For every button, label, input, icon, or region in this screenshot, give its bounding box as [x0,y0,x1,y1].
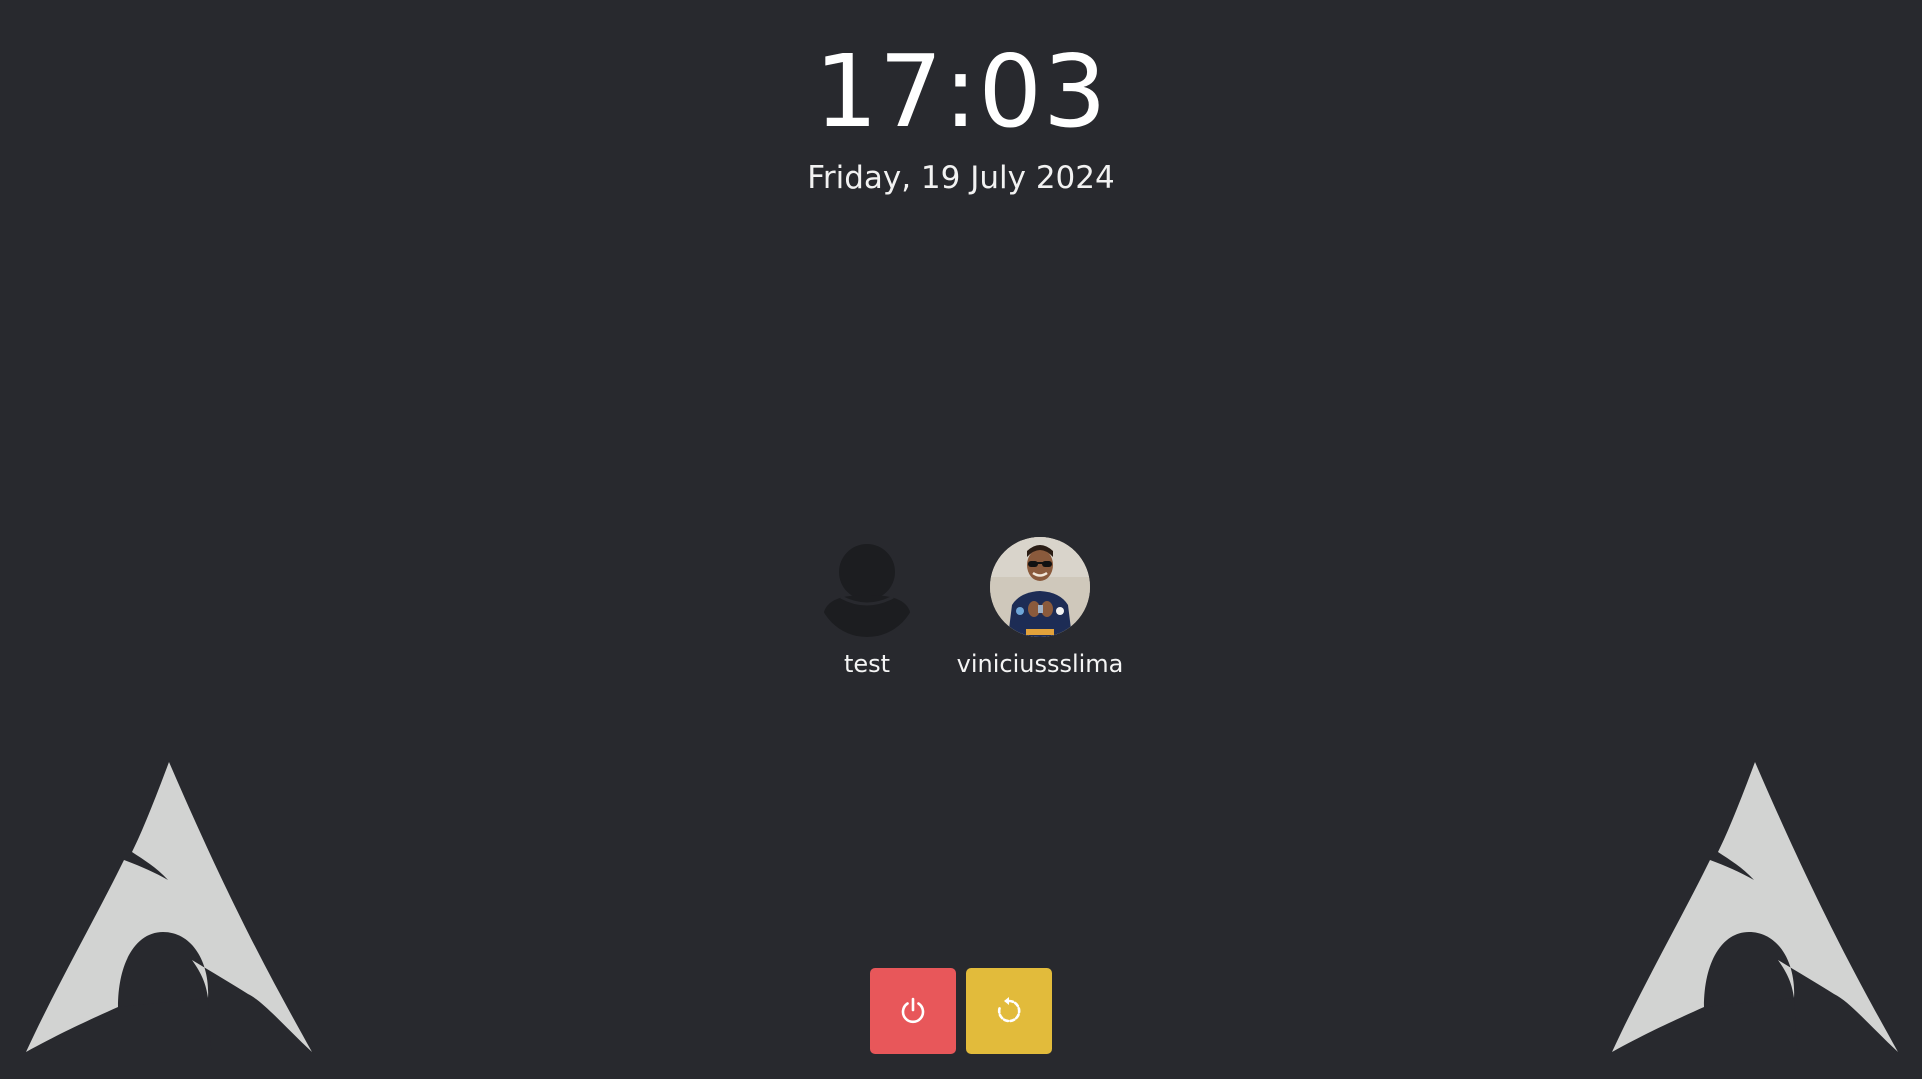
user-list: test viniciussslima [0,537,1922,679]
user-tile-test[interactable]: test [802,537,932,679]
user-photo [990,537,1090,637]
shutdown-button[interactable] [870,968,956,1054]
generic-user-icon [817,537,917,637]
login-screen: 17:03 Friday, 19 July 2024 test vinicius… [0,0,1922,1079]
user-name: test [843,650,891,678]
reboot-button[interactable] [966,968,1052,1054]
clock-time: 17:03 [814,33,1108,150]
user-tile-viniciussslima[interactable]: viniciussslima [957,537,1123,679]
power-controls [0,968,1922,1054]
clock-date: Friday, 19 July 2024 [807,160,1115,196]
power-icon [901,997,925,1024]
reboot-icon [997,997,1021,1023]
user-name: viniciussslima [956,650,1124,678]
